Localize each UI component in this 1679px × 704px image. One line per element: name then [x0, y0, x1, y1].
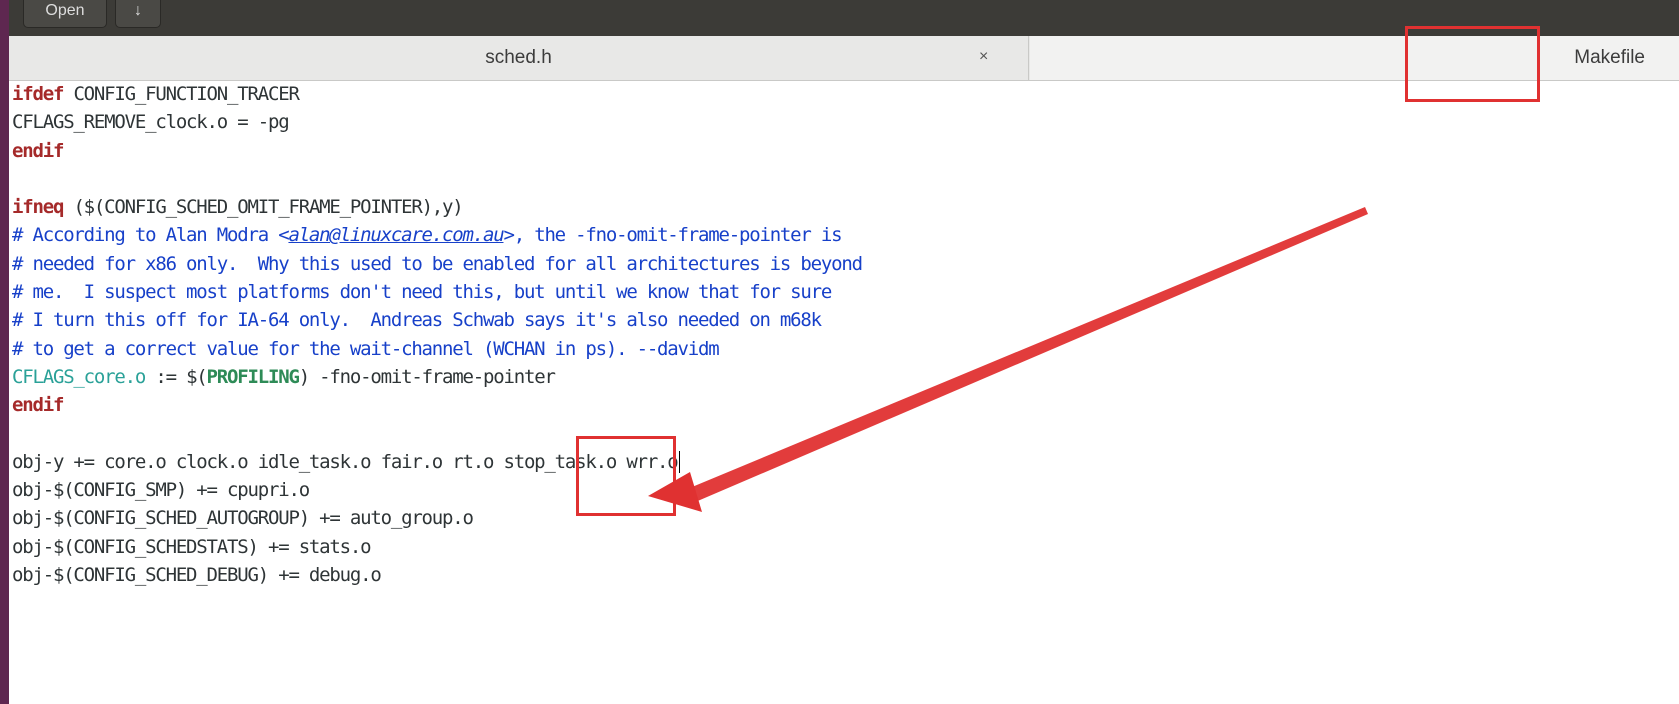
comment-line: # to get a correct value for the wait-ch…	[12, 337, 720, 360]
code-line: obj-$(CONFIG_SCHED_DEBUG) += debug.o	[12, 564, 382, 587]
highlight-box-wrr	[576, 436, 676, 516]
comment-line: # needed for x86 only. Why this used to …	[12, 252, 863, 275]
launcher-strip	[0, 0, 9, 704]
comment-line: # I turn this off for IA-64 only. Andrea…	[12, 309, 822, 332]
comment-text: >, the -fno-omit-frame-pointer is	[503, 224, 842, 247]
text-caret	[678, 451, 680, 474]
close-tab-icon[interactable]: ×	[979, 48, 988, 66]
tab-makefile-label: Makefile	[1574, 47, 1645, 68]
keyword: endif	[12, 394, 64, 417]
code-line: CFLAGS_REMOVE_clock.o = -pg	[12, 111, 290, 134]
keyword: ifneq	[12, 196, 64, 219]
code-line: endif	[12, 391, 1679, 419]
code-line: obj-$(CONFIG_SCHED_AUTOGROUP) += auto_gr…	[12, 507, 474, 530]
open-button[interactable]: Open	[23, 0, 107, 28]
variable: CFLAGS_core.o	[12, 365, 146, 388]
code-text: ) -fno-omit-frame-pointer	[298, 365, 556, 388]
tab-sched-h[interactable]: sched.h	[9, 36, 1029, 80]
code-text: ($(CONFIG_SCHED_OMIT_FRAME_POINTER),y)	[63, 196, 463, 219]
comment-line: # According to Alan Modra <alan@linuxcar…	[12, 221, 1679, 249]
tab-sched-h-label: sched.h	[485, 47, 552, 68]
keyword: ifdef	[12, 83, 64, 105]
tab-makefile[interactable]: Makefile	[1030, 36, 1679, 80]
code-line: obj-$(CONFIG_SCHEDSTATS) += stats.o	[12, 535, 372, 558]
code-line: CFLAGS_core.o := $(PROFILING) -fno-omit-…	[12, 363, 1679, 391]
code-text: := $(	[145, 365, 207, 388]
highlight-box-makefile	[1405, 26, 1540, 102]
comment-text: # According to Alan Modra <	[12, 224, 290, 247]
code-editor[interactable]: ifdef CONFIG_FUNCTION_TRACER CFLAGS_REMO…	[12, 80, 1679, 704]
comment-line: # me. I suspect most platforms don't nee…	[12, 281, 832, 304]
save-menu-button[interactable]: ↓	[115, 0, 161, 28]
keyword: endif	[12, 139, 64, 162]
code-line: obj-$(CONFIG_SMP) += cpupri.o	[12, 479, 310, 502]
bold-variable: PROFILING	[206, 365, 300, 388]
code-line-obj-y: obj-y += core.o clock.o idle_task.o fair…	[12, 448, 1679, 476]
email-link: alan@linuxcare.com.au	[288, 224, 504, 247]
code-line: endif	[12, 137, 1679, 165]
code-text: CONFIG_FUNCTION_TRACER	[63, 83, 299, 105]
code-line: ifneq ($(CONFIG_SCHED_OMIT_FRAME_POINTER…	[12, 193, 1679, 221]
